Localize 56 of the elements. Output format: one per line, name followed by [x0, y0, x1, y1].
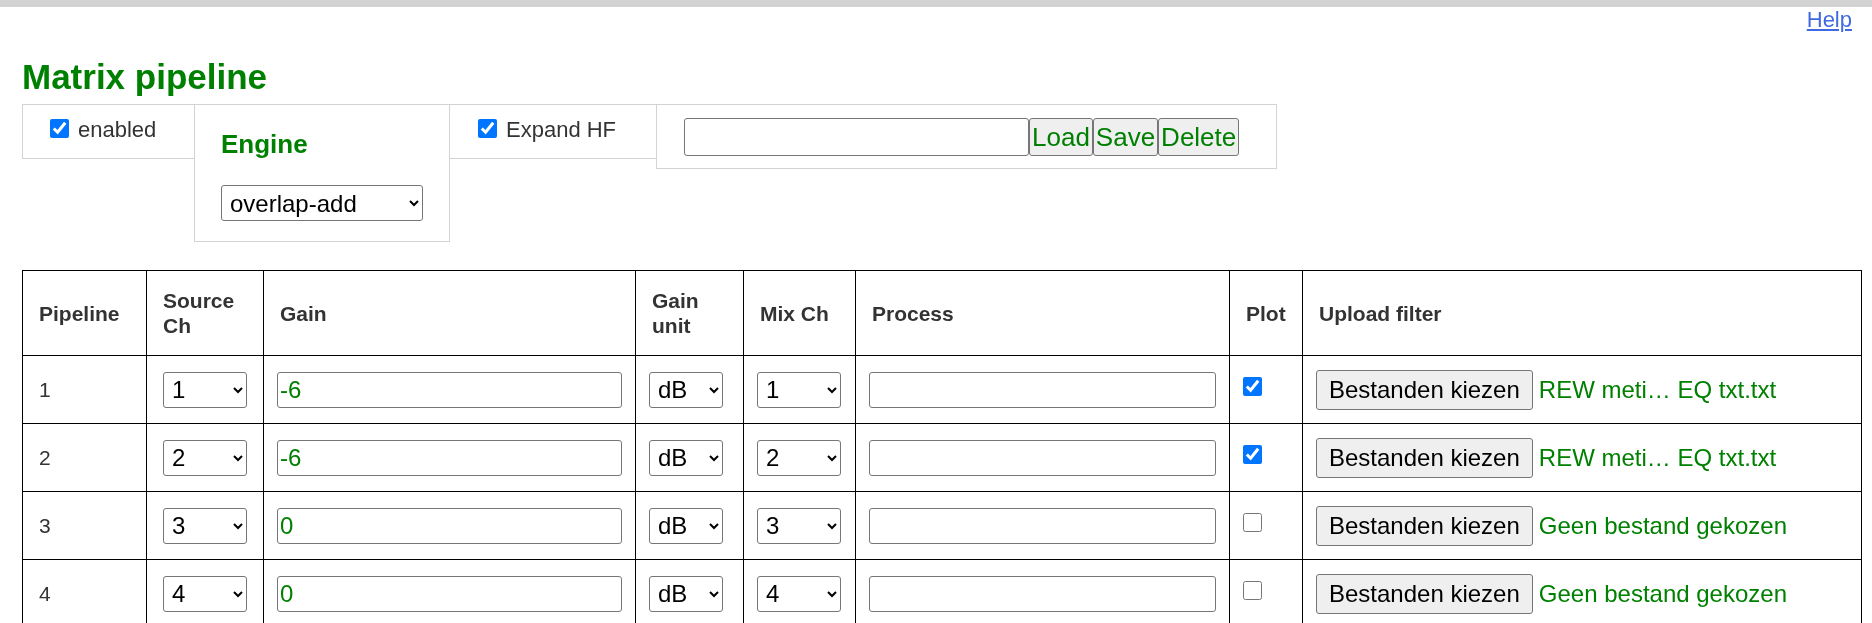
page-title: Matrix pipeline: [22, 56, 269, 98]
preset-button[interactable]: Save: [1092, 117, 1159, 156]
help-link[interactable]: Help: [1806, 7, 1852, 33]
process-field[interactable]: [869, 439, 1216, 476]
plot-checkbox[interactable]: [1243, 376, 1262, 396]
preset-name-field[interactable]: [684, 117, 1029, 156]
engine-dropdown[interactable]: overlap-add: [221, 185, 423, 221]
column-header: Gain unit: [635, 270, 744, 356]
plot-checkbox[interactable]: [1243, 512, 1262, 532]
gain-field[interactable]: -6: [277, 439, 622, 476]
column-header: Upload filter: [1302, 270, 1862, 356]
column-header: Mix Ch: [743, 270, 856, 356]
plot-checkbox[interactable]: [1243, 580, 1262, 600]
enabled-label: enabled: [78, 118, 157, 142]
gain-field[interactable]: 0: [277, 507, 622, 544]
column-header: Pipeline: [22, 270, 147, 356]
plot-checkbox[interactable]: [1243, 444, 1262, 464]
pipeline-cell: 2: [22, 423, 147, 492]
process-field[interactable]: [869, 507, 1216, 544]
gain-unit-dropdown[interactable]: dB: [649, 371, 723, 408]
pipeline-cell: 1: [22, 355, 147, 424]
column-header: Gain: [263, 270, 636, 356]
mix-channel-dropdown[interactable]: 4: [757, 575, 841, 612]
mix-channel-dropdown[interactable]: 3: [757, 507, 841, 544]
choose-files-button[interactable]: Bestanden kiezen: [1316, 437, 1533, 478]
mix-channel-dropdown[interactable]: 1: [757, 371, 841, 408]
pipeline-cell: 3: [22, 491, 147, 560]
gain-field[interactable]: -6: [277, 371, 622, 408]
column-header: Source Ch: [146, 270, 264, 356]
preset-button[interactable]: Load: [1029, 117, 1093, 156]
source-channel-dropdown[interactable]: 2: [163, 439, 247, 476]
source-channel-dropdown[interactable]: 4: [163, 575, 247, 612]
source-channel-dropdown[interactable]: 3: [163, 507, 247, 544]
choose-files-button[interactable]: Bestanden kiezen: [1316, 505, 1533, 546]
file-name-label: Geen bestand gekozen: [1538, 578, 1787, 609]
process-field[interactable]: [869, 575, 1216, 612]
file-name-label: REW meti… EQ txt.txt: [1538, 442, 1777, 473]
expand-hf-label: Expand HF: [506, 118, 617, 142]
enabled-checkbox[interactable]: [50, 119, 69, 138]
file-name-label: Geen bestand gekozen: [1538, 510, 1787, 541]
choose-files-button[interactable]: Bestanden kiezen: [1316, 573, 1533, 614]
gain-unit-dropdown[interactable]: dB: [649, 575, 723, 612]
engine-heading: Engine: [221, 129, 309, 159]
process-field[interactable]: [869, 371, 1216, 408]
gain-unit-dropdown[interactable]: dB: [649, 507, 723, 544]
mix-channel-dropdown[interactable]: 2: [757, 439, 841, 476]
expand-hf-checkbox[interactable]: [478, 119, 497, 138]
pipeline-cell: 4: [22, 559, 147, 623]
gain-field[interactable]: 0: [277, 575, 622, 612]
file-name-label: REW meti… EQ txt.txt: [1538, 374, 1777, 405]
preset-button[interactable]: Delete: [1158, 117, 1240, 156]
gain-unit-dropdown[interactable]: dB: [649, 439, 723, 476]
column-header: Plot: [1229, 270, 1303, 356]
choose-files-button[interactable]: Bestanden kiezen: [1316, 369, 1533, 410]
source-channel-dropdown[interactable]: 1: [163, 371, 247, 408]
column-header: Process: [855, 270, 1230, 356]
